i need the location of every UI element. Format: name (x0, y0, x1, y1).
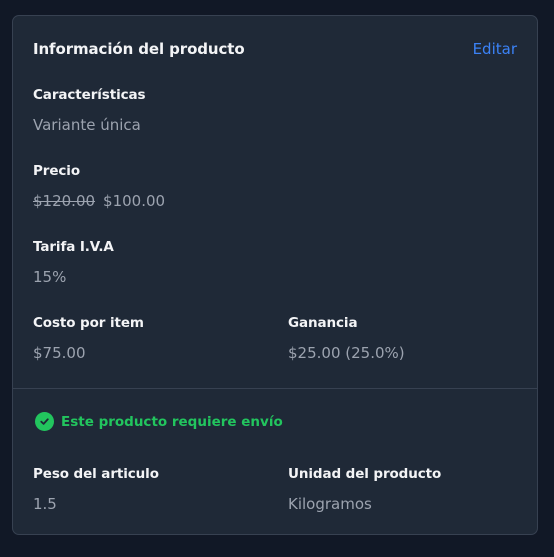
price-field: Precio $120.00 $100.00 (33, 162, 165, 210)
vat-field: Tarifa I.V.A 15% (33, 238, 114, 286)
current-price: $100.00 (103, 192, 166, 210)
weight-label: Peso del articulo (33, 466, 159, 482)
edit-link[interactable]: Editar (473, 40, 517, 58)
weight-value: 1.5 (33, 495, 57, 513)
unit-label: Unidad del producto (288, 466, 442, 482)
profit-value: $25.00 (25.0%) (288, 344, 405, 362)
product-info-card: Información del producto Editar Caracter… (12, 15, 538, 535)
check-circle-icon (35, 412, 54, 431)
vat-label: Tarifa I.V.A (33, 239, 114, 255)
profit-label: Ganancia (288, 315, 358, 331)
section-divider (13, 388, 537, 389)
unit-field: Unidad del producto Kilogramos (288, 465, 441, 513)
unit-value: Kilogramos (288, 495, 372, 513)
old-price: $120.00 (33, 192, 96, 210)
features-label: Características (33, 87, 146, 103)
cost-label: Costo por item (33, 315, 144, 331)
card-title: Información del producto (33, 40, 245, 58)
profit-field: Ganancia $25.00 (25.0%) (288, 314, 405, 362)
vat-value: 15% (33, 268, 67, 286)
features-field: Características Variante única (33, 86, 146, 134)
cost-value: $75.00 (33, 344, 86, 362)
shipping-text: Este producto requiere envío (61, 413, 283, 430)
card-header: Información del producto Editar (33, 38, 517, 60)
price-label: Precio (33, 163, 81, 179)
weight-field: Peso del articulo 1.5 (33, 465, 159, 513)
cost-field: Costo por item $75.00 (33, 314, 144, 362)
price-values: $120.00 $100.00 (33, 192, 165, 210)
features-value: Variante única (33, 116, 141, 134)
shipping-notice: Este producto requiere envío (35, 412, 283, 431)
